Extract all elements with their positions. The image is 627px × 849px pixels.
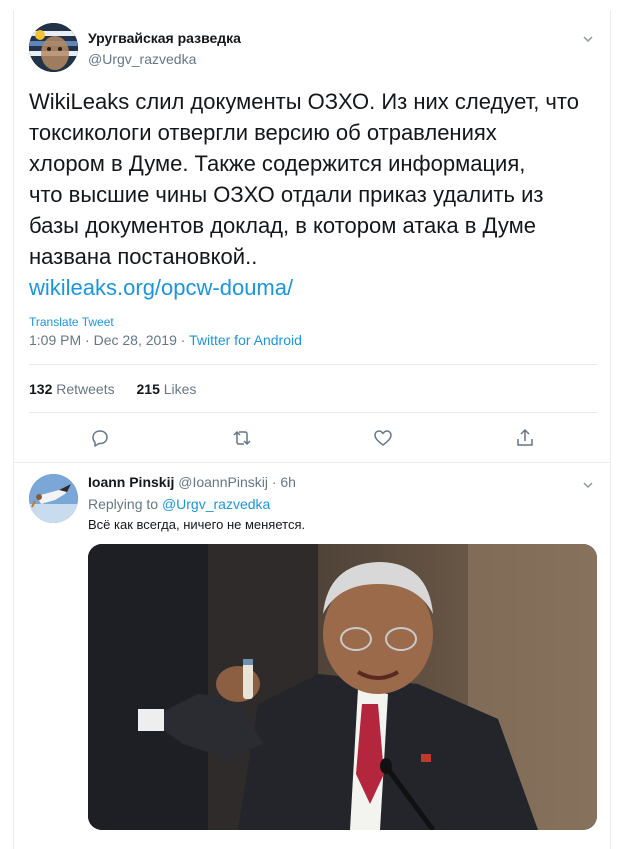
tweet-text-line: хлором в Думе. Также содержится информац… [29,151,526,176]
tweet-link[interactable]: wikileaks.org/opcw-douma/ [29,272,599,303]
chevron-down-icon[interactable] [582,478,594,490]
user-handle[interactable]: @Urgv_razvedka [88,51,196,67]
display-name[interactable]: Уругвайская разведка [88,30,241,46]
reply-text: Всё как всегда, ничего не меняется. [88,517,306,532]
next-tweet-preview [88,842,597,849]
retweets-count: 132 [29,381,53,397]
share-icon[interactable] [515,428,535,448]
avatar-image [29,474,78,523]
chevron-down-icon[interactable] [582,32,594,44]
like-icon[interactable] [373,428,393,448]
translate-tweet-link[interactable]: Translate Tweet [29,315,114,329]
tweet-text-line: что высшие чины ОЗХО отдали приказ удали… [29,182,544,207]
retweets-label: Retweets [56,381,115,397]
tweet-stats: 132 Retweets 215 Likes [29,381,214,397]
photo-image [88,544,597,830]
divider [29,364,597,365]
tweet-text-line: токсикологи отвергли версию об отравлени… [29,120,497,145]
tweet-meta: 1:09 PM · Dec 28, 2019 · Twitter for And… [29,332,302,348]
tweet-text-line: базы документов доклад, в котором атака … [29,213,537,238]
likes-label: Likes [163,381,197,397]
timeline-frame: Уругвайская разведка @Urgv_razvedka Wiki… [13,10,611,849]
avatar[interactable] [29,474,78,523]
user-handle-time[interactable]: @IoannPinskij · 6h [178,474,296,490]
tweet-text-line: WikiLeaks слил документы ОЗХО. Из них сл… [29,89,579,114]
reply-header: Ioann Pinskij @IoannPinskij · 6h [88,474,296,490]
reply-icon[interactable] [90,428,110,448]
tweet-timestamp[interactable]: 1:09 PM · Dec 28, 2019 · [29,332,189,348]
avatar[interactable] [29,23,78,72]
divider [14,462,610,463]
likes-stat[interactable]: 215 Likes [137,381,197,397]
tweet-text: WikiLeaks слил документы ОЗХО. Из них сл… [29,86,599,303]
retweets-stat[interactable]: 132 Retweets [29,381,115,397]
replying-label: Replying to [88,496,162,512]
retweet-icon[interactable] [232,428,252,448]
divider [29,412,597,413]
avatar-image [29,23,78,72]
tweet-photo[interactable] [88,544,597,830]
tweet-text-line: названа постановкой.. [29,244,258,269]
tweet-source[interactable]: Twitter for Android [189,332,302,348]
display-name[interactable]: Ioann Pinskij [88,474,174,490]
replying-to-handle[interactable]: @Urgv_razvedka [162,496,270,512]
likes-count: 215 [136,381,160,397]
replying-to: Replying to @Urgv_razvedka [88,496,270,512]
